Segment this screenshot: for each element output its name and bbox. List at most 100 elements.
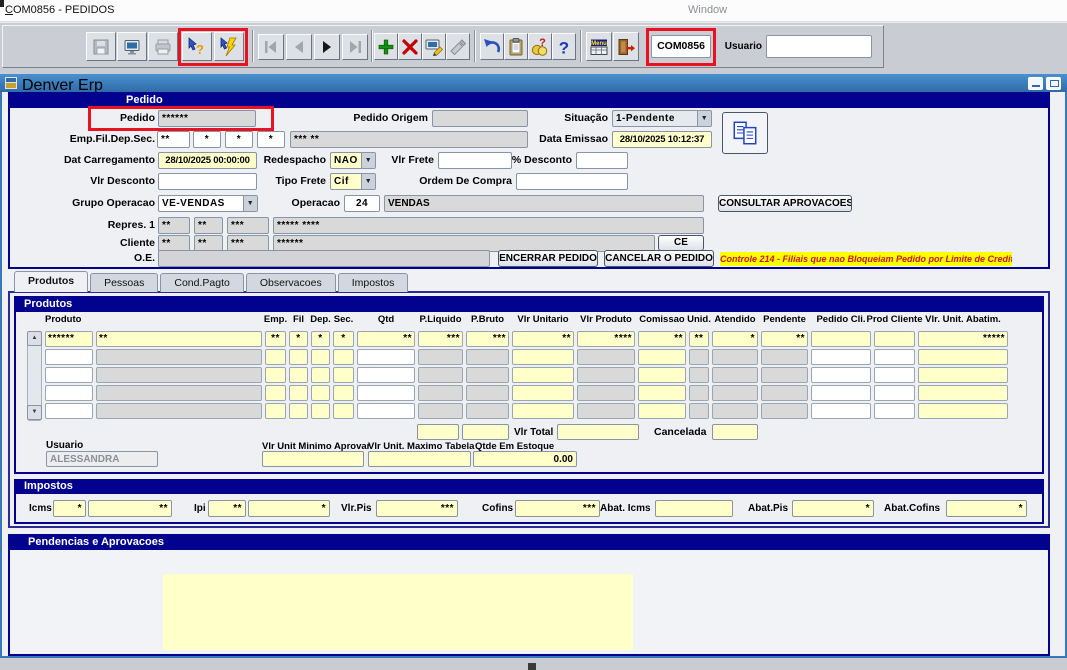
grid-cell-prod_cliente[interactable] xyxy=(874,403,915,419)
scroll-down-button[interactable]: ▼ xyxy=(27,405,42,420)
grid-cell-sec[interactable] xyxy=(333,385,354,401)
dep-field[interactable]: * xyxy=(225,131,253,148)
data-emissao-field[interactable]: 28/10/2025 10:12:37 xyxy=(612,131,712,148)
repres-desc-field[interactable]: ***** **** xyxy=(273,217,704,234)
grid-cell-emp[interactable] xyxy=(265,367,286,383)
sec-field[interactable]: * xyxy=(257,131,285,148)
chevron-down-icon[interactable]: ▼ xyxy=(361,174,375,189)
copy-document-button[interactable] xyxy=(722,112,768,154)
grid-cell-vlr_abatim[interactable] xyxy=(918,367,1008,383)
cancelar-pedido-button[interactable]: CANCELAR O PEDIDO xyxy=(604,250,714,267)
grid-cell-p_bruto[interactable] xyxy=(466,349,509,365)
grid-cell-desc[interactable] xyxy=(96,403,262,419)
vlr-unit-maximo-field[interactable] xyxy=(368,451,471,467)
grid-cell-produto[interactable]: ****** xyxy=(45,331,93,347)
grid-cell-p_bruto[interactable] xyxy=(466,367,509,383)
grid-cell-p_bruto[interactable]: *** xyxy=(466,331,509,347)
grid-cell-pedido_cli[interactable] xyxy=(811,331,871,347)
grid-cell-prod_cliente[interactable] xyxy=(874,349,915,365)
grid-cell-desc[interactable] xyxy=(96,367,262,383)
emp-desc-field[interactable]: *** ** xyxy=(290,131,528,148)
grid-cell-vlr_abatim[interactable] xyxy=(918,349,1008,365)
grid-cell-vlr_abatim[interactable] xyxy=(918,403,1008,419)
tab-pessoas[interactable]: Pessoas xyxy=(90,273,158,292)
scroll-up-button[interactable]: ▲ xyxy=(27,331,42,346)
grid-cell-produto[interactable] xyxy=(45,367,93,383)
minimize-button[interactable] xyxy=(1028,77,1043,90)
grid-cell-sec[interactable]: * xyxy=(333,331,354,347)
grid-cell-atendido[interactable] xyxy=(712,349,758,365)
grid-cell-vlr_produto[interactable] xyxy=(577,367,635,383)
ordem-compra-field[interactable] xyxy=(516,173,628,190)
abat-pis-field[interactable]: * xyxy=(792,500,874,517)
grid-cell-pendente[interactable] xyxy=(761,349,808,365)
grid-cell-atendido[interactable]: * xyxy=(712,331,758,347)
abat-cofins-field[interactable]: * xyxy=(946,500,1027,517)
grid-cell-atendido[interactable] xyxy=(712,385,758,401)
grid-cell-vlr_produto[interactable] xyxy=(577,349,635,365)
grid-cell-vlr_produto[interactable] xyxy=(577,403,635,419)
grid-cell-prod_cliente[interactable] xyxy=(874,385,915,401)
fil-field[interactable]: * xyxy=(193,131,221,148)
grid-cell-pendente[interactable] xyxy=(761,367,808,383)
grid-cell-prod_cliente[interactable] xyxy=(874,367,915,383)
grid-cell-p_bruto[interactable] xyxy=(466,403,509,419)
grid-cell-comissao[interactable] xyxy=(638,403,686,419)
grid-cell-emp[interactable]: ** xyxy=(265,331,286,347)
redespacho-combo[interactable]: NAO▼ xyxy=(330,152,376,169)
operacao-desc-field[interactable]: VENDAS xyxy=(384,195,704,212)
pedido-origem-field[interactable] xyxy=(432,110,528,127)
exit-button[interactable] xyxy=(613,32,639,61)
print-button[interactable] xyxy=(148,32,178,61)
grid-cell-desc[interactable]: ** xyxy=(96,331,262,347)
grid-cell-fil[interactable]: * xyxy=(289,331,308,347)
tab-observacoes[interactable]: Observacoes xyxy=(246,273,336,292)
next-record-button[interactable] xyxy=(314,34,340,60)
grid-cell-unid[interactable] xyxy=(689,385,709,401)
grid-cell-vlr_unitario[interactable] xyxy=(512,349,574,365)
pct-desconto-field[interactable] xyxy=(576,152,628,169)
consultar-aprovacoes-button[interactable]: CONSULTAR APROVACOES xyxy=(718,195,852,212)
grid-cell-fil[interactable] xyxy=(289,367,308,383)
grid-cell-produto[interactable] xyxy=(45,403,93,419)
grid-cell-vlr_abatim[interactable]: ***** xyxy=(918,331,1008,347)
grid-cell-vlr_produto[interactable]: **** xyxy=(577,331,635,347)
grid-cell-sec[interactable] xyxy=(333,403,354,419)
enter-query-button[interactable] xyxy=(182,32,212,61)
help-button[interactable] xyxy=(552,33,576,60)
grid-cell-pedido_cli[interactable] xyxy=(811,403,871,419)
repres-field-3[interactable]: *** xyxy=(227,217,269,234)
execute-query-button[interactable] xyxy=(214,32,244,61)
vlr-unit-minimo-field[interactable] xyxy=(262,451,364,467)
vlr-desconto-field[interactable] xyxy=(158,173,257,190)
grid-cell-pendente[interactable] xyxy=(761,385,808,401)
grid-cell-p_liquido[interactable] xyxy=(418,367,463,383)
oe-field[interactable] xyxy=(158,250,490,267)
screen-code-field[interactable]: COM0856 xyxy=(651,35,711,58)
currency-query-button[interactable] xyxy=(528,33,552,60)
grid-cell-fil[interactable] xyxy=(289,385,308,401)
grid-cell-p_liquido[interactable] xyxy=(418,403,463,419)
grid-cell-prod_cliente[interactable] xyxy=(874,331,915,347)
grid-cell-p_liquido[interactable] xyxy=(418,349,463,365)
clipboard-button[interactable] xyxy=(504,33,528,60)
chevron-down-icon[interactable]: ▼ xyxy=(361,153,375,168)
grid-cell-emp[interactable] xyxy=(265,403,286,419)
repres-field-2[interactable]: ** xyxy=(194,217,223,234)
vlr-total-field[interactable] xyxy=(557,424,639,440)
usuario-toolbar-input[interactable] xyxy=(766,35,872,58)
grid-cell-p_liquido[interactable] xyxy=(418,385,463,401)
tab-impostos[interactable]: Impostos xyxy=(338,273,409,292)
ipi-field-1[interactable]: ** xyxy=(208,500,246,517)
grid-cell-qtd[interactable] xyxy=(357,349,415,365)
grid-cell-qtd[interactable] xyxy=(357,403,415,419)
last-record-button[interactable] xyxy=(342,34,368,60)
encerrar-pedido-button[interactable]: ENCERRAR PEDIDO xyxy=(498,250,598,267)
previous-record-button[interactable] xyxy=(286,34,312,60)
edit-record-button[interactable] xyxy=(422,33,446,60)
icms-field-2[interactable]: ** xyxy=(88,500,172,517)
grid-cell-qtd[interactable]: ** xyxy=(357,331,415,347)
dat-carregamento-field[interactable]: 28/10/2025 00:00:00 xyxy=(158,152,257,169)
grid-cell-unid[interactable] xyxy=(689,403,709,419)
grid-cell-produto[interactable] xyxy=(45,385,93,401)
